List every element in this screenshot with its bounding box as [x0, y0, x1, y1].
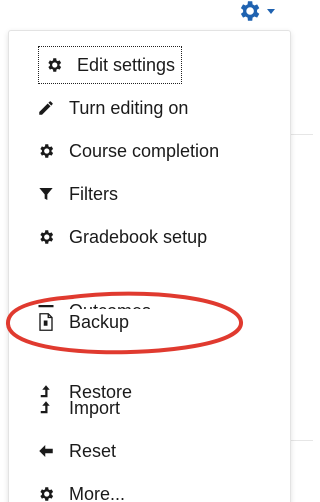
gear-icon: [236, 0, 262, 24]
file-icon: [35, 311, 57, 333]
gear-icon: [35, 140, 57, 162]
arrow-left-icon: [35, 440, 57, 462]
menu-item-label: Import: [69, 397, 121, 418]
gear-icon: [43, 54, 65, 76]
menu-item-label: Backup: [69, 311, 130, 332]
menu-item-label: Filters: [69, 183, 118, 204]
caret-down-icon: [266, 7, 276, 15]
course-admin-menu-trigger[interactable]: [236, 0, 296, 22]
menu-item-label: Turn editing on: [69, 97, 189, 118]
menu-item-label: Gradebook setup: [69, 226, 208, 247]
menu-item-label: Reset: [69, 440, 117, 461]
menu-item-gradebook-setup[interactable]: Gradebook setup: [35, 219, 207, 255]
menu-item-edit-settings[interactable]: Edit settings: [37, 46, 183, 84]
pencil-icon: [35, 97, 57, 119]
gear-icon: [35, 226, 57, 248]
menu-item-label: More...: [69, 483, 126, 502]
menu-item-label: Edit settings: [77, 54, 176, 75]
menu-item-import[interactable]: Import: [35, 390, 120, 426]
menu-item-more[interactable]: More...: [35, 476, 125, 502]
menu-item-turn-editing-on[interactable]: Turn editing on: [35, 90, 188, 126]
upload-icon: [35, 397, 57, 419]
gear-icon: [35, 483, 57, 502]
menu-item-backup[interactable]: Backup: [35, 304, 129, 340]
course-administration-dropdown: Edit settings Turn editing on Course com…: [8, 30, 291, 502]
menu-item-label: Course completion: [69, 140, 220, 161]
background-divider: [289, 440, 313, 441]
menu-item-course-completion[interactable]: Course completion: [35, 133, 219, 169]
menu-item-filters[interactable]: Filters: [35, 176, 118, 212]
background-divider: [289, 134, 313, 135]
screenshot-stage: Edit settings Turn editing on Course com…: [0, 0, 313, 502]
menu-item-reset[interactable]: Reset: [35, 433, 116, 469]
filter-icon: [35, 183, 57, 205]
